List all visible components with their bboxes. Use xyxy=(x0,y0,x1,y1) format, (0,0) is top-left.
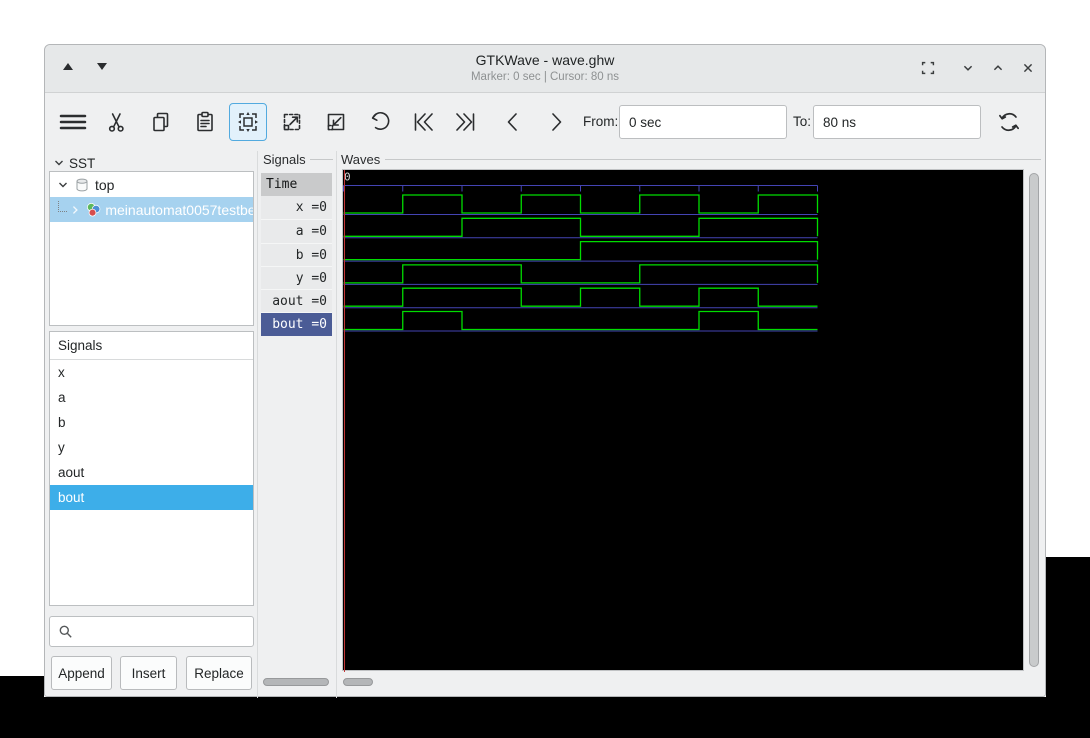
marker-cursor-status: Marker: 0 sec | Cursor: 80 ns xyxy=(470,71,620,83)
zoom-out-range-button[interactable] xyxy=(278,108,306,136)
tree-guide-line xyxy=(58,201,67,212)
wave-canvas[interactable]: 0 xyxy=(342,169,1024,672)
chevron-right-icon xyxy=(552,113,562,131)
signals-hscrollbar-thumb[interactable] xyxy=(263,678,329,686)
search-input[interactable] xyxy=(78,618,250,645)
go-to-start-button[interactable] xyxy=(409,108,437,136)
toolbar: From: To: xyxy=(45,93,1045,151)
zoom-fit-button[interactable] xyxy=(229,103,267,141)
tree-label-top: top xyxy=(95,176,115,193)
waves-frame-line xyxy=(385,159,1041,160)
cut-button[interactable] xyxy=(103,108,131,136)
value-row-aout[interactable]: aout =0 xyxy=(261,289,332,313)
value-row-x[interactable]: x =0 xyxy=(261,196,332,220)
minimize-button[interactable] xyxy=(957,57,979,79)
copy-icon xyxy=(153,112,169,132)
zoom-fit-icon xyxy=(238,112,258,132)
zoom-in-range-button[interactable] xyxy=(322,108,350,136)
value-row-bout[interactable]: bout =0 xyxy=(261,312,332,336)
go-to-end-button[interactable] xyxy=(452,108,480,136)
from-label: From: xyxy=(583,114,619,129)
to-input[interactable] xyxy=(813,105,981,139)
waves-hscrollbar[interactable] xyxy=(342,676,1041,688)
gtkwave-window: GTKWave - wave.ghw Marker: 0 sec | Curso… xyxy=(44,44,1046,698)
tree-row-top[interactable]: top xyxy=(50,172,253,197)
value-row-b[interactable]: b =0 xyxy=(261,242,332,266)
chevron-up-icon xyxy=(993,65,1003,71)
undo-arrow-icon xyxy=(371,112,390,130)
signals-frame-label: Signals xyxy=(263,152,310,167)
sst-tree: top meinautomat0057testbe xyxy=(49,171,254,326)
paste-button[interactable] xyxy=(191,108,219,136)
time-header: Time xyxy=(261,173,332,196)
zoom-out-icon xyxy=(283,113,301,131)
keep-above-button[interactable] xyxy=(917,57,939,79)
menu-button[interactable] xyxy=(59,108,87,136)
hamburger-icon xyxy=(59,114,87,130)
skip-start-icon xyxy=(414,113,433,131)
pane-divider[interactable] xyxy=(336,151,337,698)
signal-search-list: Signals x a b y aout bout xyxy=(49,331,254,606)
expander-down-icon[interactable] xyxy=(57,179,69,191)
signal-value-table: Time x =0 a =0 b =0 y =0 aout =0 bout =0 xyxy=(261,173,332,336)
shift-left-button[interactable] xyxy=(499,108,527,136)
clipboard-icon xyxy=(197,111,213,132)
desktop-background-bottom xyxy=(0,697,1090,738)
list-item-a[interactable]: a xyxy=(50,385,253,410)
waves-hscrollbar-thumb[interactable] xyxy=(343,678,373,686)
list-item-b[interactable]: b xyxy=(50,410,253,435)
shift-right-button[interactable] xyxy=(542,108,570,136)
pane-divider[interactable] xyxy=(257,151,258,698)
corners-icon xyxy=(921,61,935,75)
chevron-down-icon xyxy=(963,65,973,71)
tree-label-testbench: meinautomat0057testbe xyxy=(105,201,253,218)
waves-vscrollbar-thumb[interactable] xyxy=(1029,173,1039,667)
signals-hscrollbar[interactable] xyxy=(261,676,331,688)
sst-header[interactable]: SST xyxy=(53,155,95,171)
close-button[interactable] xyxy=(1017,57,1039,79)
tree-row-testbench[interactable]: meinautomat0057testbe xyxy=(50,197,253,222)
value-row-a[interactable]: a =0 xyxy=(261,219,332,243)
sst-label: SST xyxy=(69,155,96,171)
waves-vscrollbar[interactable] xyxy=(1027,171,1041,671)
list-item-aout[interactable]: aout xyxy=(50,460,253,485)
desktop-background-right xyxy=(1046,557,1090,697)
component-icon xyxy=(86,202,100,217)
expander-down-icon xyxy=(55,160,63,166)
value-row-y[interactable]: y =0 xyxy=(261,265,332,290)
list-item-bout[interactable]: bout xyxy=(50,485,253,510)
titlebar[interactable]: GTKWave - wave.ghw Marker: 0 sec | Curso… xyxy=(45,45,1045,93)
list-item-x[interactable]: x xyxy=(50,360,253,385)
from-input[interactable] xyxy=(619,105,787,139)
reload-icon xyxy=(999,112,1019,132)
undo-zoom-button[interactable] xyxy=(366,108,394,136)
replace-button[interactable]: Replace xyxy=(186,656,252,690)
chevron-left-icon xyxy=(507,113,517,131)
search-icon xyxy=(59,625,72,638)
list-item-y[interactable]: y xyxy=(50,435,253,460)
signal-search-box[interactable] xyxy=(49,616,254,647)
waves-frame-label: Waves xyxy=(341,152,385,167)
signals-frame-line xyxy=(309,159,333,160)
append-button[interactable]: Append xyxy=(51,656,112,690)
copy-button[interactable] xyxy=(147,108,175,136)
scissors-icon xyxy=(108,113,124,132)
to-label: To: xyxy=(793,114,812,129)
skip-end-icon xyxy=(456,113,475,131)
scope-icon xyxy=(76,178,88,191)
insert-button[interactable]: Insert xyxy=(120,656,177,690)
expander-right-icon[interactable] xyxy=(69,204,81,216)
desktop-background-left xyxy=(0,676,44,697)
close-icon xyxy=(1023,63,1033,73)
waveform-plot: 0 xyxy=(343,170,819,672)
reload-button[interactable] xyxy=(995,108,1023,136)
signal-list-header: Signals xyxy=(50,332,253,360)
zoom-in-icon xyxy=(327,113,345,131)
maximize-button[interactable] xyxy=(987,57,1009,79)
window-title: GTKWave - wave.ghw xyxy=(475,52,615,68)
